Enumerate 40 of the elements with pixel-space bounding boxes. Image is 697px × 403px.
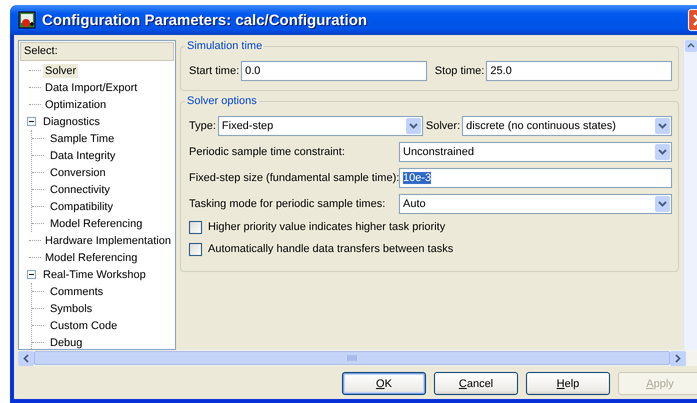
window-title: Configuration Parameters: calc/Configuration — [42, 12, 368, 28]
tree-item[interactable]: Diagnostics — [41, 114, 102, 128]
field-label: Solver: — [426, 120, 460, 132]
tree-item[interactable]: Sample Time — [48, 132, 116, 146]
field-label: Fixed-step size (fundamental sample time): — [189, 172, 397, 184]
field-label: Stop time: — [434, 65, 484, 77]
input-field[interactable]: 25.0 — [486, 61, 672, 81]
group-title: Solver options — [186, 95, 258, 107]
dropdown[interactable]: Auto — [399, 194, 672, 214]
dialog-button[interactable]: Help — [526, 372, 610, 395]
tree-item[interactable]: Data Integrity — [48, 148, 118, 162]
checkbox-label: Automatically handle data transfers between tasks — [208, 243, 454, 255]
tree-item[interactable]: Data Import/Export — [43, 80, 140, 94]
tree-item[interactable]: Model Referencing — [43, 250, 140, 264]
checkbox-label: Higher priority value indicates higher task priority — [208, 221, 446, 233]
dialog-button[interactable]: Cancel — [434, 372, 518, 395]
dropdown[interactable]: Fixed-step — [218, 116, 423, 136]
field-label: Tasking mode for periodic sample times: — [189, 198, 386, 210]
group-title: Simulation time — [186, 40, 264, 52]
tree-item[interactable]: Compatibility — [48, 200, 115, 214]
tree-item[interactable]: Optimization — [43, 98, 108, 112]
dropdown[interactable]: discrete (no continuous states) — [462, 116, 672, 136]
tree-item[interactable]: Real-Time Workshop — [41, 268, 148, 282]
field-label: Periodic sample time constraint: — [189, 146, 346, 158]
tree-item[interactable]: Solver — [43, 64, 78, 78]
field-label: Type: — [189, 120, 216, 132]
tree-item[interactable]: Comments — [48, 284, 106, 298]
tree-item[interactable]: Hardware Implementation — [43, 234, 173, 248]
tree-header: Select: — [20, 42, 174, 61]
dropdown[interactable]: Unconstrained — [399, 142, 672, 162]
dialog-button[interactable]: OK — [342, 372, 426, 395]
tree-item[interactable]: Conversion — [48, 166, 108, 180]
tree-item[interactable]: Symbols — [48, 302, 94, 316]
tree-item[interactable]: Connectivity — [48, 182, 112, 196]
tree-item[interactable]: Debug — [48, 336, 84, 350]
field-label: Start time: — [189, 65, 240, 77]
input-field[interactable]: 10e-3 — [399, 168, 672, 188]
tree-item[interactable]: Custom Code — [48, 318, 120, 332]
input-field[interactable]: 0.0 — [241, 61, 427, 81]
tree-item[interactable]: Model Referencing — [48, 216, 144, 230]
